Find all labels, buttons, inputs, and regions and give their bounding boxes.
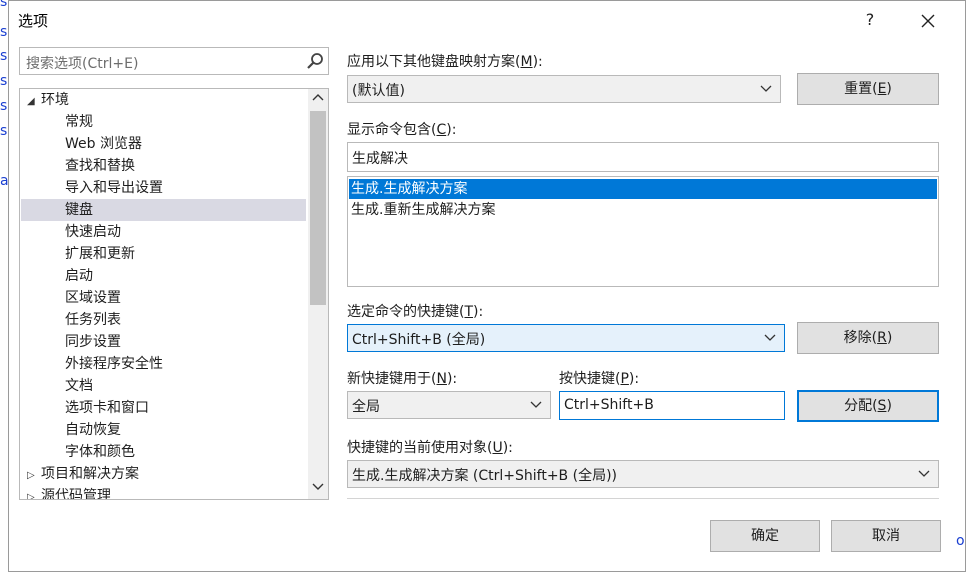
tree-item-region[interactable]: 区域设置 [21, 287, 306, 309]
help-button[interactable]: ? [855, 7, 885, 33]
background-text: s [0, 48, 8, 64]
background-text: s [0, 24, 8, 40]
mapping-scheme-label: 应用以下其他键盘映射方案(M): [347, 54, 543, 70]
shortcuts-dropdown[interactable]: Ctrl+Shift+B (全局) [347, 324, 785, 352]
list-item[interactable]: 生成.生成解决方案 [349, 179, 937, 199]
shortcut-currently-used-by-label: 快捷键的当前使用对象(U): [347, 440, 513, 456]
chevron-down-icon [530, 401, 542, 408]
chevron-down-icon [764, 334, 776, 341]
tree-item-documents[interactable]: 文档 [21, 375, 306, 397]
collapsed-caret-icon[interactable]: ▷ [27, 465, 41, 487]
chevron-down-icon [760, 85, 772, 92]
tree-item-projects-solutions[interactable]: ▷ 项目和解决方案 [21, 463, 139, 485]
tree-item-extensions[interactable]: 扩展和更新 [21, 243, 306, 265]
options-tree[interactable]: ◢ 环境 常规 Web 浏览器 查找和替换 导入和导出设置 键盘 快速启动 扩展和… [19, 88, 329, 500]
assign-button[interactable]: 分配(S) [797, 390, 939, 422]
dialog-title: 选项 [18, 12, 49, 30]
divider [347, 498, 939, 499]
commands-list[interactable]: 生成.生成解决方案 生成.重新生成解决方案 [347, 176, 939, 287]
use-new-shortcut-in-value: 全局 [352, 399, 380, 415]
mapping-scheme-dropdown[interactable]: (默认值) [347, 75, 781, 103]
shortcut-currently-used-by-dropdown[interactable]: 生成.生成解决方案 (Ctrl+Shift+B (全局)) [347, 460, 939, 488]
tree-item-keyboard[interactable]: 键盘 [21, 199, 306, 221]
tree-item-import-export[interactable]: 导入和导出设置 [21, 177, 306, 199]
background-text: s [0, 123, 8, 139]
press-shortcut-label: 按快捷键(P): [559, 371, 640, 387]
shortcuts-value: Ctrl+Shift+B (全局) [352, 332, 486, 348]
tree-item-addin-security[interactable]: 外接程序安全性 [21, 353, 306, 375]
chevron-down-icon [918, 470, 930, 477]
cancel-button[interactable]: 取消 [831, 520, 941, 552]
mapping-scheme-value: (默认值) [352, 83, 405, 99]
shortcuts-label: 选定命令的快捷键(T): [347, 304, 484, 320]
tree-item-task-list[interactable]: 任务列表 [21, 309, 306, 331]
tree-item-sync[interactable]: 同步设置 [21, 331, 306, 353]
background-text: o [956, 533, 965, 549]
search-icon[interactable] [306, 52, 324, 70]
press-shortcut-input[interactable]: Ctrl+Shift+B [559, 391, 785, 420]
search-placeholder: 搜索选项(Ctrl+E) [26, 56, 139, 72]
tree-item-find-replace[interactable]: 查找和替换 [21, 155, 306, 177]
ok-button[interactable]: 确定 [710, 520, 820, 552]
tree-item-fonts-colors[interactable]: 字体和颜色 [21, 441, 306, 463]
tree-item-label: 源代码管理 [41, 488, 111, 500]
options-dialog: 选项 ? 搜索选项(Ctrl+E) ◢ 环境 常规 Web 浏览器 查找和替换 导… [8, 0, 966, 572]
use-new-shortcut-in-label: 新快捷键用于(N): [347, 371, 458, 387]
collapsed-caret-icon[interactable]: ▷ [27, 487, 41, 499]
show-commands-value: 生成解决 [352, 151, 408, 167]
tree-item-startup[interactable]: 启动 [21, 265, 306, 287]
shortcut-currently-used-by-value: 生成.生成解决方案 (Ctrl+Shift+B (全局)) [352, 468, 617, 484]
tree-item-source-control[interactable]: ▷ 源代码管理 [21, 485, 111, 500]
press-shortcut-value: Ctrl+Shift+B [564, 397, 654, 413]
reset-button[interactable]: 重置(E) [797, 73, 939, 105]
tree-item-general[interactable]: 常规 [21, 111, 306, 133]
background-text: s [0, 73, 8, 89]
tree-item-label: 项目和解决方案 [41, 466, 139, 482]
scroll-down-icon[interactable] [308, 479, 328, 497]
tree-item-web-browser[interactable]: Web 浏览器 [21, 133, 306, 155]
close-button[interactable] [913, 7, 943, 33]
show-commands-label: 显示命令包含(C): [347, 122, 457, 138]
tree-item-tabs-windows[interactable]: 选项卡和窗口 [21, 397, 306, 419]
close-icon [921, 14, 935, 27]
show-commands-input[interactable]: 生成解决 [347, 142, 939, 172]
background-window-edge: s s s s s s a [0, 0, 9, 580]
remove-button[interactable]: 移除(R) [797, 322, 939, 354]
use-new-shortcut-in-dropdown[interactable]: 全局 [347, 391, 551, 419]
tree-item-label: 环境 [41, 92, 69, 108]
options-search-box[interactable]: 搜索选项(Ctrl+E) [19, 47, 329, 75]
background-text: s [0, 0, 8, 10]
expanded-caret-icon[interactable]: ◢ [27, 91, 41, 113]
tree-scrollbar[interactable] [308, 89, 328, 499]
tree-item-environment[interactable]: ◢ 环境 [21, 89, 69, 111]
tree-item-quick-launch[interactable]: 快速启动 [21, 221, 306, 243]
tree-item-autorecover[interactable]: 自动恢复 [21, 419, 306, 441]
list-item[interactable]: 生成.重新生成解决方案 [349, 200, 937, 220]
background-text: s [0, 98, 8, 114]
scroll-up-icon[interactable] [308, 91, 328, 109]
scrollbar-thumb[interactable] [310, 111, 326, 305]
